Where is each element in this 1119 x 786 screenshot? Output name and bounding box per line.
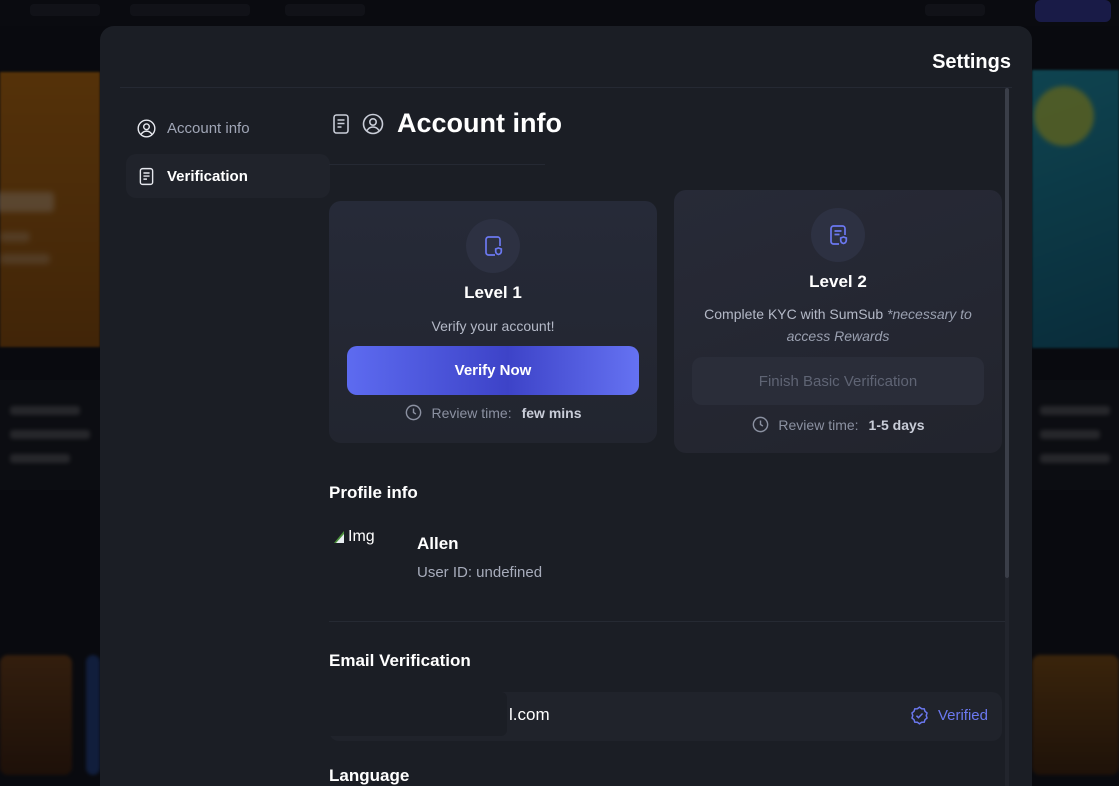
content-scrollbar-thumb[interactable] (1005, 88, 1009, 578)
content-scrollbar-track[interactable] (1005, 578, 1009, 786)
review-time-label: Review time: (431, 404, 512, 421)
level-description-text: Complete KYC with SumSub (704, 306, 884, 322)
email-section-title: Email Verification (329, 651, 471, 670)
level-name: Level 2 (809, 272, 867, 291)
level-1-card: Level 1 Verify your account! Verify Now … (329, 201, 657, 443)
email-value: l.com (509, 705, 550, 724)
level-description: Complete KYC with SumSub *necessary to a… (684, 303, 992, 347)
profile-name: Allen (417, 534, 459, 553)
broken-image-icon (334, 531, 344, 543)
clock-icon (406, 404, 422, 421)
page-header: Account info (329, 108, 562, 139)
review-time-value: few mins (521, 404, 582, 421)
document-icon (139, 167, 154, 185)
section-divider (329, 621, 1005, 622)
sidebar-item-label: Account info (167, 119, 250, 137)
file-shield-icon (485, 236, 503, 256)
sidebar-item-label: Verification (167, 167, 248, 185)
email-field: l.com Verified (329, 692, 1002, 741)
finish-basic-verification-button[interactable]: Finish Basic Verification (692, 357, 984, 405)
level-description: Verify your account! (431, 318, 555, 334)
level-1-icon-badge (466, 219, 520, 273)
page-title: Account info (397, 108, 562, 138)
clock-icon (753, 416, 769, 433)
level-2-icon-badge (811, 208, 865, 262)
settings-modal: Settings Account info Verification Accou… (100, 26, 1032, 786)
review-time: Review time: 1-5 days (674, 415, 1002, 434)
modal-title: Settings (932, 51, 1011, 73)
settings-sidebar: Account info Verification (126, 106, 330, 202)
avatar: Img (333, 528, 393, 568)
user-circle-icon (362, 113, 384, 134)
profile-section-title: Profile info (329, 483, 418, 502)
verified-label: Verified (937, 707, 988, 724)
level-2-card: Level 2 Complete KYC with SumSub *necess… (674, 190, 1002, 453)
review-time-value: 1-5 days (868, 416, 925, 433)
review-time-label: Review time: (778, 416, 859, 433)
avatar-alt-text: Img (348, 528, 375, 545)
verified-badge: Verified (909, 705, 988, 726)
review-time: Review time: few mins (329, 403, 657, 422)
verified-check-icon (911, 706, 928, 725)
document-shield-icon (830, 225, 848, 245)
profile-user-id: User ID: undefined (417, 564, 543, 581)
sidebar-item-verification[interactable]: Verification (126, 154, 330, 198)
verify-now-button[interactable]: Verify Now (347, 346, 639, 395)
email-redaction (329, 692, 507, 736)
sidebar-item-account-info[interactable]: Account info (126, 106, 330, 150)
header-divider (329, 164, 545, 165)
user-circle-icon (137, 118, 156, 138)
level-name: Level 1 (464, 283, 522, 302)
language-section-title: Language (329, 766, 410, 785)
document-icon (333, 113, 349, 134)
settings-content: Account info Level 1 Verify your account… (329, 88, 1005, 786)
